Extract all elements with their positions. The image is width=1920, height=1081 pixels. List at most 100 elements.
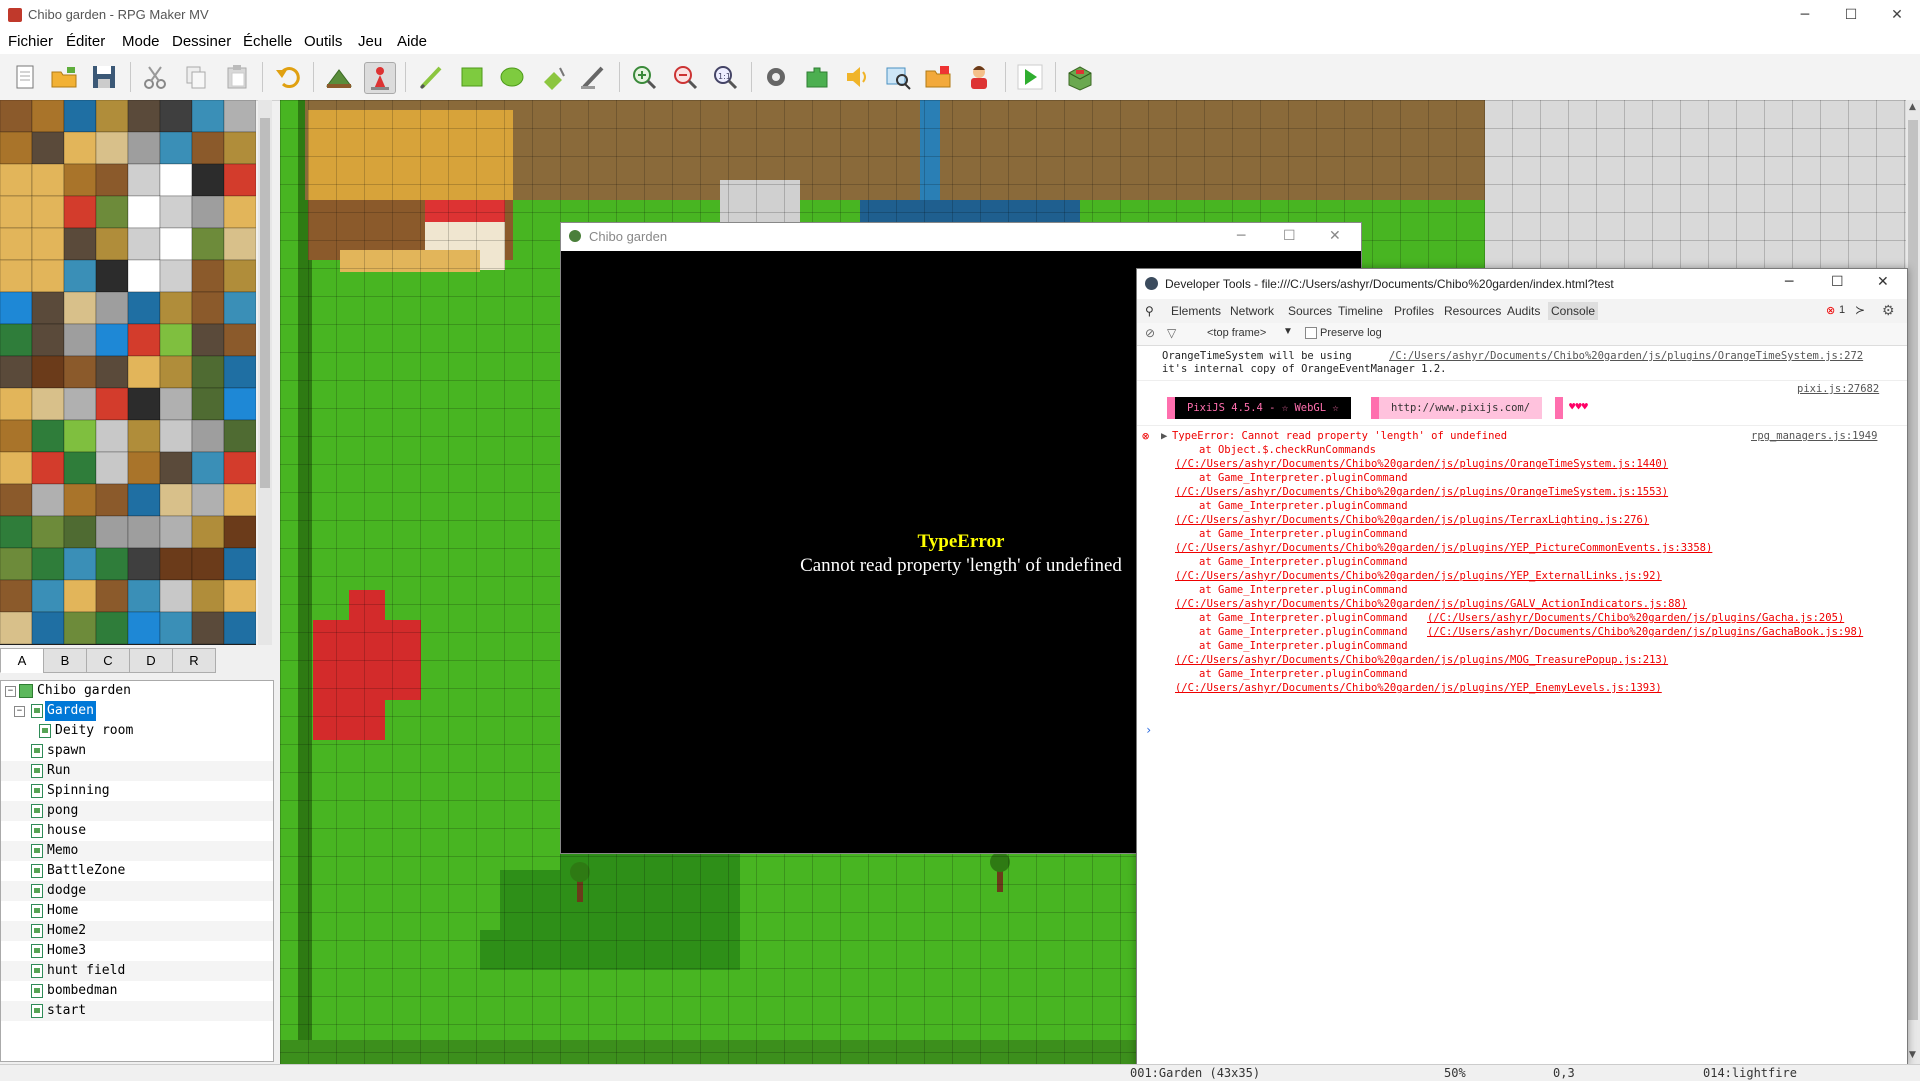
map-tree-item[interactable]: Spinning bbox=[1, 781, 273, 801]
map-tree-item[interactable]: bombedman bbox=[1, 981, 273, 1001]
playtest-icon[interactable] bbox=[1015, 62, 1045, 92]
close-button[interactable]: ✕ bbox=[1874, 0, 1920, 30]
map-vertical-scrollbar[interactable]: ▲ ▼ bbox=[1906, 100, 1920, 1064]
menu-jeu[interactable]: Jeu bbox=[358, 33, 382, 50]
rectangle-icon[interactable] bbox=[457, 62, 487, 92]
stack-frame-link[interactable]: (/C:/Users/ashyr/Documents/Chibo%20garde… bbox=[1175, 654, 1668, 666]
cut-icon[interactable] bbox=[140, 62, 170, 92]
collapse-icon[interactable]: − bbox=[5, 686, 16, 697]
map-tree-root[interactable]: − Chibo garden bbox=[1, 681, 273, 701]
plugin-manager-icon[interactable] bbox=[802, 62, 832, 92]
database-icon[interactable] bbox=[761, 62, 791, 92]
stack-frame-link[interactable]: (/C:/Users/ashyr/Documents/Chibo%20garde… bbox=[1427, 626, 1863, 638]
menu-echelle[interactable]: Échelle bbox=[243, 33, 292, 50]
undo-icon[interactable] bbox=[273, 62, 303, 92]
tileset-palette[interactable] bbox=[0, 100, 256, 645]
maximize-button[interactable]: ☐ bbox=[1828, 0, 1874, 30]
tab-a[interactable]: A bbox=[0, 648, 44, 673]
resource-manager-icon[interactable] bbox=[923, 62, 953, 92]
stack-frame-link[interactable]: (/C:/Users/ashyr/Documents/Chibo%20garde… bbox=[1175, 682, 1662, 694]
scroll-up-icon[interactable]: ▲ bbox=[1909, 102, 1916, 112]
map-tree-item[interactable]: Home bbox=[1, 901, 273, 921]
tab-profiles[interactable]: Profiles bbox=[1394, 304, 1434, 318]
event-searcher-icon[interactable] bbox=[883, 62, 913, 92]
tileset-scroll-thumb[interactable] bbox=[260, 118, 270, 488]
devtools-window[interactable]: Developer Tools - file:///C:/Users/ashyr… bbox=[1136, 268, 1908, 1066]
map-tree-item-deity-room[interactable]: Deity room bbox=[1, 721, 273, 741]
new-project-icon[interactable] bbox=[10, 62, 40, 92]
scroll-down-icon[interactable]: ▼ bbox=[1909, 1050, 1916, 1060]
tab-r[interactable]: R bbox=[172, 648, 216, 673]
game-maximize-button[interactable]: ☐ bbox=[1283, 228, 1296, 244]
tab-network[interactable]: Network bbox=[1230, 304, 1274, 318]
sound-test-icon[interactable] bbox=[842, 62, 872, 92]
stack-frame-link[interactable]: (/C:/Users/ashyr/Documents/Chibo%20garde… bbox=[1175, 486, 1668, 498]
save-project-icon[interactable] bbox=[89, 62, 119, 92]
pencil-icon[interactable] bbox=[416, 62, 446, 92]
map-scroll-thumb[interactable] bbox=[1908, 120, 1918, 1020]
settings-gear-icon[interactable]: ⚙ bbox=[1882, 302, 1895, 319]
collapse-icon[interactable]: − bbox=[14, 706, 25, 717]
tab-sources[interactable]: Sources bbox=[1288, 304, 1332, 318]
error-count-icon[interactable]: ⊗ bbox=[1826, 304, 1835, 317]
game-close-button[interactable]: ✕ bbox=[1329, 228, 1341, 244]
stack-frame-link[interactable]: (/C:/Users/ashyr/Documents/Chibo%20garde… bbox=[1175, 458, 1668, 470]
event-mode-icon[interactable] bbox=[364, 62, 396, 94]
map-mode-icon[interactable] bbox=[324, 62, 354, 92]
map-tree-item[interactable]: Home2 bbox=[1, 921, 273, 941]
frame-selector[interactable]: <top frame> bbox=[1207, 327, 1266, 339]
menu-mode[interactable]: Mode bbox=[122, 33, 160, 50]
devtools-maximize-button[interactable]: ☐ bbox=[1831, 274, 1844, 290]
frame-dropdown-icon[interactable]: ▼ bbox=[1283, 326, 1293, 337]
console-source-link[interactable]: rpg_managers.js:1949 bbox=[1751, 430, 1877, 442]
stack-frame-link[interactable]: (/C:/Users/ashyr/Documents/Chibo%20garde… bbox=[1427, 612, 1844, 624]
menu-outils[interactable]: Outils bbox=[304, 33, 342, 50]
map-tree-item[interactable]: house bbox=[1, 821, 273, 841]
stack-frame-link[interactable]: (/C:/Users/ashyr/Documents/Chibo%20garde… bbox=[1175, 514, 1649, 526]
tab-d[interactable]: D bbox=[129, 648, 173, 673]
menu-fichier[interactable]: Fichier bbox=[8, 33, 53, 50]
filter-icon[interactable]: ▽ bbox=[1167, 326, 1176, 340]
console-source-link[interactable]: pixi.js:27682 bbox=[1797, 383, 1879, 395]
devtools-close-button[interactable]: ✕ bbox=[1877, 274, 1889, 290]
map-tree-item-garden[interactable]: − Garden bbox=[1, 701, 273, 721]
clear-console-icon[interactable]: ⊘ bbox=[1145, 326, 1155, 340]
actual-size-icon[interactable]: 1:1 bbox=[710, 62, 740, 92]
open-project-icon[interactable] bbox=[49, 62, 79, 92]
copy-icon[interactable] bbox=[181, 62, 211, 92]
tab-elements[interactable]: Elements bbox=[1171, 304, 1221, 318]
map-tree-item[interactable]: dodge bbox=[1, 881, 273, 901]
tab-b[interactable]: B bbox=[43, 648, 87, 673]
map-tree-item[interactable]: spawn bbox=[1, 741, 273, 761]
map-tree-item[interactable]: hunt field bbox=[1, 961, 273, 981]
tab-timeline[interactable]: Timeline bbox=[1338, 304, 1383, 318]
minimize-button[interactable]: ─ bbox=[1782, 0, 1828, 30]
zoom-in-icon[interactable] bbox=[629, 62, 659, 92]
tileset-tiles[interactable] bbox=[0, 100, 256, 645]
devtools-minimize-button[interactable]: ─ bbox=[1785, 274, 1793, 290]
search-icon[interactable]: ⚲ bbox=[1145, 304, 1154, 318]
menu-aide[interactable]: Aide bbox=[397, 33, 427, 50]
map-tree-item[interactable]: pong bbox=[1, 801, 273, 821]
map-tree-item[interactable]: BattleZone bbox=[1, 861, 273, 881]
tab-console[interactable]: Console bbox=[1548, 302, 1599, 320]
menu-editer[interactable]: Éditer bbox=[66, 33, 105, 50]
character-generator-icon[interactable] bbox=[964, 62, 994, 92]
tab-resources[interactable]: Resources bbox=[1444, 304, 1501, 318]
stack-frame-link[interactable]: (/C:/Users/ashyr/Documents/Chibo%20garde… bbox=[1175, 542, 1712, 554]
pixi-banner-url[interactable]: http://www.pixijs.com/ bbox=[1379, 397, 1543, 419]
tab-c[interactable]: C bbox=[86, 648, 130, 673]
stack-frame-link[interactable]: (/C:/Users/ashyr/Documents/Chibo%20garde… bbox=[1175, 570, 1662, 582]
map-tree-item[interactable]: Home3 bbox=[1, 941, 273, 961]
shadow-pen-icon[interactable] bbox=[578, 62, 608, 92]
game-minimize-button[interactable]: ─ bbox=[1237, 228, 1245, 244]
preserve-log-checkbox[interactable] bbox=[1305, 327, 1317, 339]
map-tree-item[interactable]: start bbox=[1, 1001, 273, 1021]
console-prompt[interactable]: › bbox=[1145, 723, 1152, 737]
paste-icon[interactable] bbox=[222, 62, 252, 92]
ellipse-icon[interactable] bbox=[497, 62, 527, 92]
map-tree-item[interactable]: Run bbox=[1, 761, 273, 781]
expand-triangle-icon[interactable]: ▶ bbox=[1161, 430, 1167, 442]
tab-audits[interactable]: Audits bbox=[1507, 304, 1540, 318]
stack-frame-link[interactable]: (/C:/Users/ashyr/Documents/Chibo%20garde… bbox=[1175, 598, 1687, 610]
